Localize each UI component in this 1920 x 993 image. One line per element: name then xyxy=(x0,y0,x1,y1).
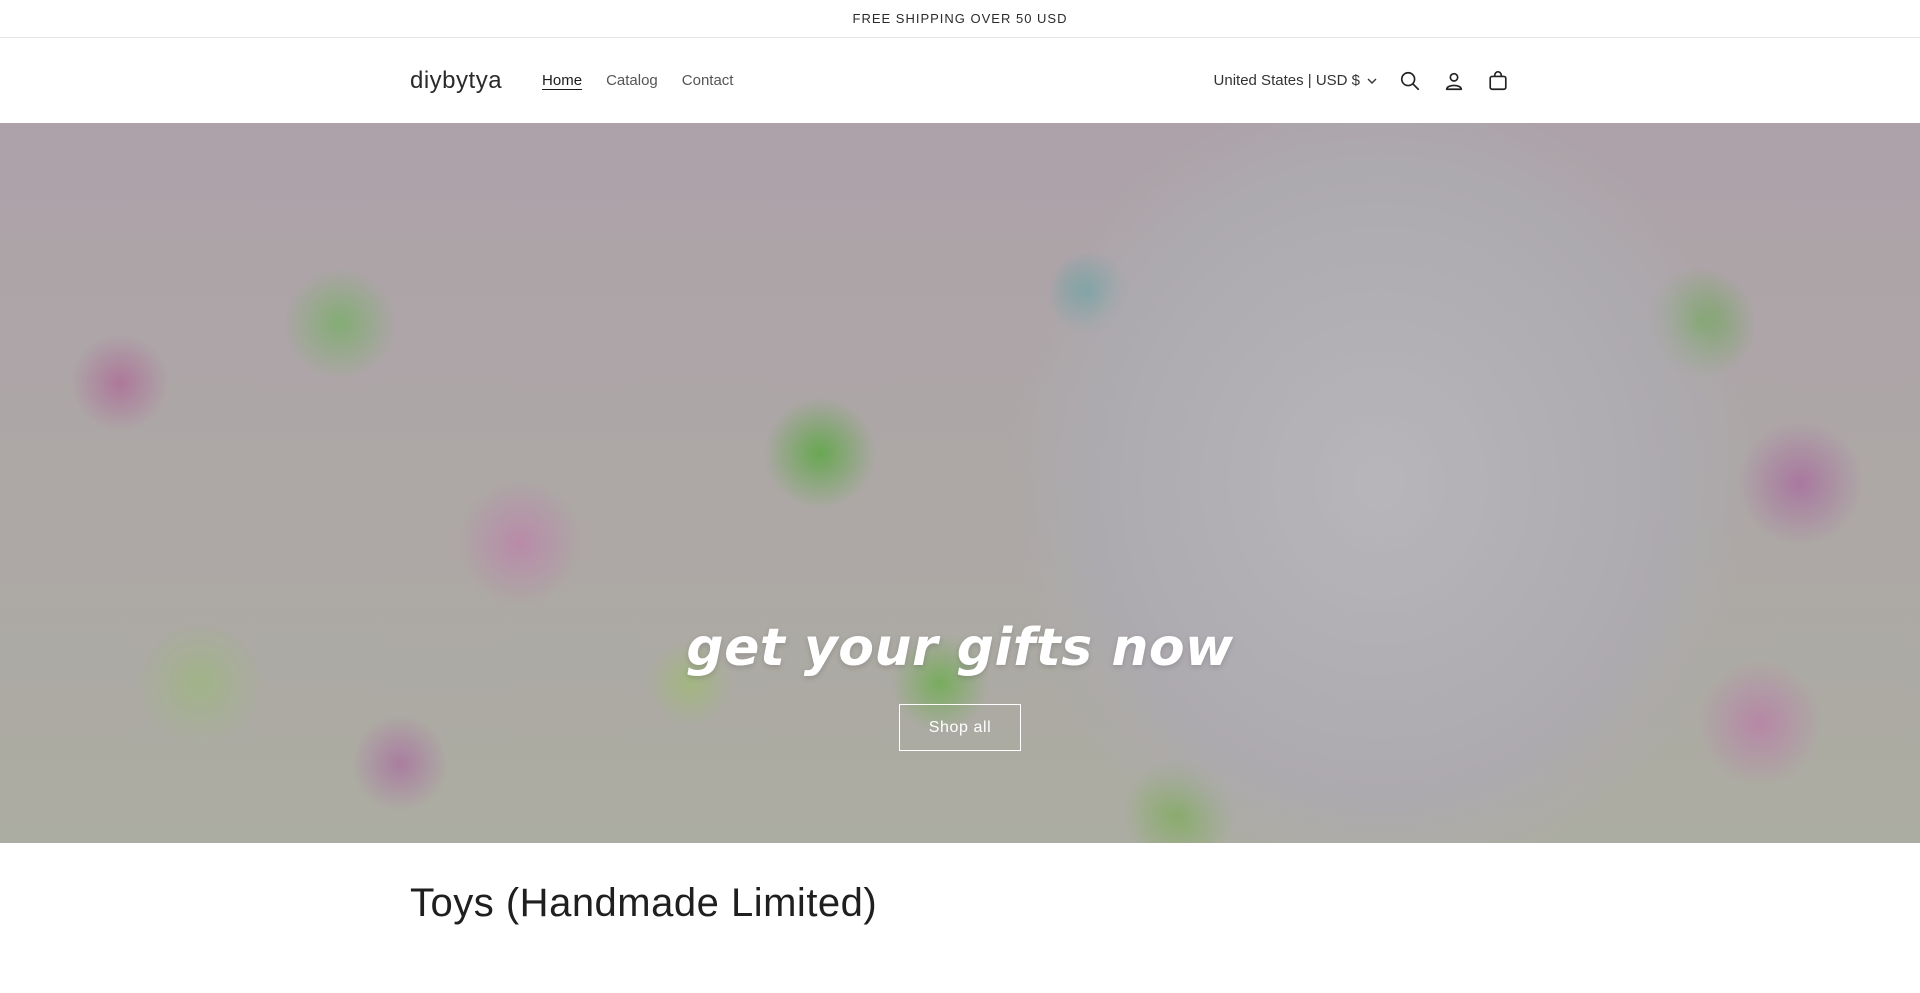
site-header: diybytya Home Catalog Contact United Sta… xyxy=(0,38,1920,123)
country-selector-label: United States | USD $ xyxy=(1213,72,1360,89)
shop-all-button[interactable]: Shop all xyxy=(899,704,1021,751)
main-nav: Home Catalog Contact xyxy=(542,72,733,89)
hero-title: get your gifts now xyxy=(686,618,1234,678)
account-icon[interactable] xyxy=(1442,69,1466,93)
cart-icon[interactable] xyxy=(1486,69,1510,93)
nav-contact[interactable]: Contact xyxy=(682,72,734,89)
header-actions: United States | USD $ xyxy=(1214,69,1510,93)
featured-collection: Toys (Handmade Limited) xyxy=(0,843,1920,926)
announcement-text: FREE SHIPPING OVER 50 USD xyxy=(852,11,1068,26)
nav-catalog[interactable]: Catalog xyxy=(606,72,658,89)
nav-home[interactable]: Home xyxy=(542,72,582,89)
chevron-down-icon xyxy=(1367,78,1377,84)
search-icon[interactable] xyxy=(1398,69,1422,93)
hero-content: get your gifts now Shop all xyxy=(0,618,1920,751)
country-selector[interactable]: United States | USD $ xyxy=(1214,72,1378,89)
store-logo[interactable]: diybytya xyxy=(410,67,502,95)
collection-title: Toys (Handmade Limited) xyxy=(410,881,878,925)
hero-banner: get your gifts now Shop all xyxy=(0,123,1920,843)
announcement-bar: FREE SHIPPING OVER 50 USD xyxy=(0,0,1920,38)
